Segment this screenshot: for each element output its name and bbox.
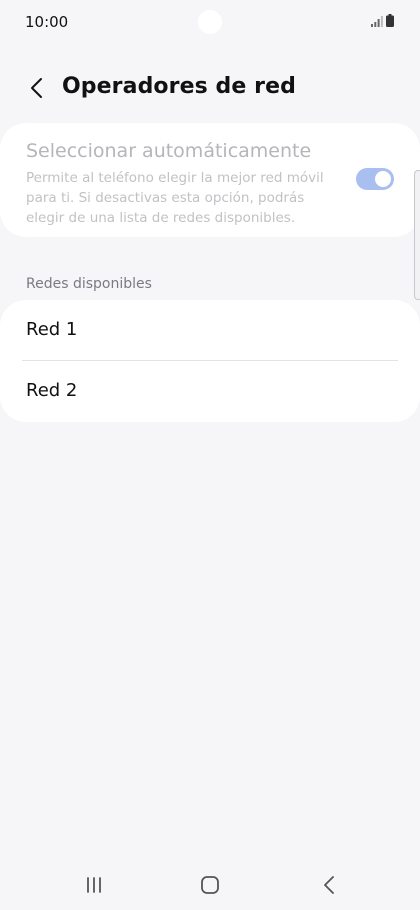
auto-select-toggle[interactable] — [356, 168, 394, 190]
auto-select-card[interactable]: Seleccionar automáticamente Permite al t… — [0, 123, 420, 237]
auto-select-title: Seleccionar automáticamente — [26, 140, 312, 162]
auto-select-description: Permite al teléfono elegir la mejor red … — [26, 170, 324, 226]
network-item-red-2[interactable]: Red 2 — [0, 361, 420, 422]
app-header: Operadores de red — [0, 60, 420, 116]
back-button[interactable] — [22, 74, 50, 102]
home-icon — [201, 876, 219, 894]
available-networks-list: Red 1 Red 2 — [0, 300, 420, 422]
scroll-indicator[interactable] — [414, 170, 420, 300]
section-label-available-networks: Redes disponibles — [26, 276, 152, 292]
home-button[interactable] — [196, 872, 224, 898]
battery-icon — [386, 14, 394, 27]
toggle-knob — [375, 171, 391, 187]
signal-icon — [371, 16, 383, 27]
network-item-label: Red 2 — [26, 380, 78, 401]
recent-apps-button[interactable] — [80, 872, 108, 898]
network-item-label: Red 1 — [26, 319, 78, 340]
camera-cutout — [198, 10, 222, 34]
nav-back-button[interactable] — [315, 872, 343, 898]
page-title: Operadores de red — [62, 74, 296, 99]
status-bar: 10:00 — [0, 0, 420, 44]
navigation-bar — [0, 860, 420, 910]
recent-apps-icon — [87, 877, 101, 893]
status-time: 10:00 — [25, 13, 69, 31]
chevron-left-icon — [31, 78, 42, 98]
back-icon — [324, 876, 334, 894]
network-item-red-1[interactable]: Red 1 — [0, 300, 420, 361]
